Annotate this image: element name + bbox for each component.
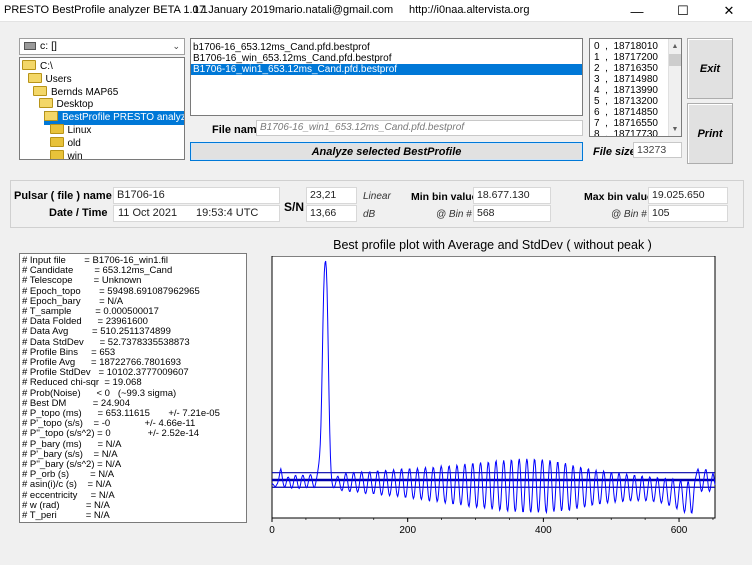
filename-field[interactable]: B1706-16_win1_653.12ms_Cand.pfd.bestprof (256, 120, 583, 136)
folder-label: C:\ (40, 61, 53, 72)
file-item[interactable]: B1706-16_win1_653.12ms_Cand.pfd.bestprof (191, 64, 582, 75)
analyze-button[interactable]: Analyze selected BestProfile (190, 142, 583, 161)
file-item[interactable]: b1706-16_653.12ms_Cand.pfd.bestprof (191, 42, 582, 53)
profile-info-box: # Input file = B1706-16_win1.fil # Candid… (19, 253, 247, 523)
filesize-label: File size (593, 146, 636, 158)
pulsar-name-value: B1706-16 (117, 189, 165, 201)
pulsar-name-field: B1706-16 (113, 187, 280, 204)
folder-icon (22, 60, 36, 70)
folder-label: Desktop (56, 99, 94, 111)
min-bin-index: 568 (477, 207, 495, 219)
folder-icon (33, 85, 47, 96)
folder-icon (44, 111, 58, 122)
folder-tree[interactable]: C:\ Users Bernds MAP65 Desktop BestProfile P… (19, 57, 185, 160)
date-value: 11 Oct 2021 (118, 207, 178, 219)
profile-chart: Best profile plot with Average and StdDe… (265, 238, 720, 538)
folder-icon (38, 98, 53, 109)
sn-db-field: 13,66 (306, 205, 357, 222)
max-bin-index-field: 105 (648, 205, 728, 222)
datetime-field: 11 Oct 2021 19:53:4 UTC (113, 205, 280, 222)
max-bin-index-label: @ Bin # (611, 209, 647, 220)
scroll-down-icon[interactable]: ▼ (669, 122, 681, 136)
folder-label: BestProfile PRESTO analyzer 1.0.1.c (62, 112, 185, 124)
folder-icon (27, 72, 42, 83)
window-email: mario.natali@gmail.com (275, 4, 394, 16)
min-bin-value-label: Min bin value (411, 191, 478, 203)
folder-label: old (67, 137, 81, 149)
window-date: 17 January 2019 (193, 4, 275, 16)
filesize-value: 13273 (637, 144, 667, 156)
folder-icon (49, 124, 64, 134)
filesize-field: 13273 (633, 142, 682, 158)
file-list[interactable]: b1706-16_653.12ms_Cand.pfd.bestprof B1706… (190, 38, 583, 116)
max-bin-value: 19.025.650 (652, 189, 705, 201)
x-tick-label: 0 (269, 525, 275, 536)
pulsar-name-label: Pulsar ( file ) name (14, 190, 112, 202)
folder-label: Linux (67, 125, 92, 136)
time-value: 19:53:4 UTC (196, 207, 259, 219)
min-bin-index-field: 568 (473, 205, 551, 222)
scroll-thumb[interactable] (669, 54, 681, 66)
max-bin-index: 105 (652, 207, 670, 219)
bin-list-scrollbar[interactable]: ▲ ▼ (668, 39, 681, 136)
minimize-button[interactable]: — (614, 0, 660, 22)
sn-label: S/N (284, 200, 305, 214)
title-bar: PRESTO BestProfile analyzer BETA 1.0.1 1… (0, 0, 752, 22)
datetime-label: Date / Time (49, 207, 108, 219)
folder-label: win (67, 150, 83, 160)
min-bin-value: 18.677.130 (477, 189, 530, 201)
sn-db-value: 13,66 (310, 207, 337, 219)
x-tick-label: 600 (671, 525, 688, 536)
window-title: PRESTO BestProfile analyzer BETA 1.0.1 (4, 4, 208, 16)
drive-value: c: [] (40, 40, 57, 52)
min-bin-value-field: 18.677.130 (473, 187, 551, 204)
bin-list[interactable]: 0 , 18718010 1 , 18717200 2 , 18716350 3 , … (589, 38, 682, 137)
sn-linear-unit: Linear (363, 191, 391, 202)
drive-icon (24, 42, 36, 50)
drive-select[interactable]: c: [] ⌄ (19, 38, 185, 55)
folder-item[interactable]: win (49, 149, 83, 160)
close-button[interactable]: ✕ (706, 0, 752, 22)
chart-plot: 0 200 400 600 (269, 256, 716, 536)
x-tick-label: 200 (399, 525, 416, 536)
folder-icon (49, 136, 64, 147)
exit-button[interactable]: Exit (687, 38, 733, 99)
maximize-button[interactable]: ☐ (660, 0, 706, 22)
chevron-down-icon: ⌄ (172, 41, 180, 51)
sn-db-unit: dB (363, 209, 376, 220)
folder-icon (49, 149, 64, 159)
min-bin-index-label: @ Bin # (436, 209, 472, 220)
folder-label: Bernds MAP65 (51, 86, 119, 98)
folder-label: Users (45, 73, 72, 85)
max-bin-value-field: 19.025.650 (648, 187, 728, 204)
sn-linear-value: 23,21 (310, 189, 337, 201)
max-bin-value-label: Max bin value (584, 191, 653, 203)
chart-title: Best profile plot with Average and StdDe… (333, 238, 652, 252)
info-line: # T_peri = N/A (22, 510, 110, 522)
file-item[interactable]: B1706-16_win_653.12ms_Cand.pfd.bestprof (191, 53, 582, 64)
sn-linear-field: 23,21 (306, 187, 357, 204)
scroll-up-icon[interactable]: ▲ (669, 39, 681, 53)
window-url: http://i0naa.altervista.org (409, 4, 530, 16)
summary-panel: Pulsar ( file ) name B1706-16 Date / Tim… (10, 180, 744, 228)
print-button[interactable]: Print (687, 103, 733, 164)
filename-value: B1706-16_win1_653.12ms_Cand.pfd.bestprof (260, 122, 465, 133)
x-tick-label: 400 (535, 525, 552, 536)
